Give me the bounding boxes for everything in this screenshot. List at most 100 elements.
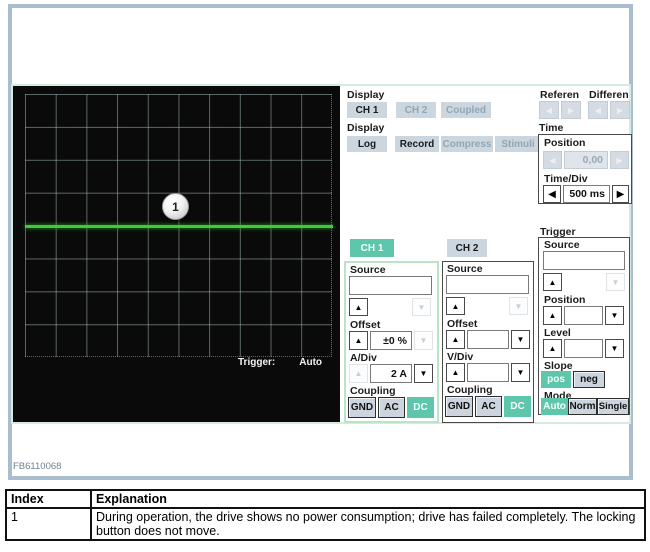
trigger-mode-auto-button[interactable]: Auto — [541, 398, 568, 415]
trigger-source-down-button[interactable]: ▼ — [606, 273, 625, 291]
up-arrow-icon: ▲ — [355, 369, 363, 378]
legend-header-row: Index Explanation — [6, 490, 645, 508]
display-ch1-button[interactable]: CH 1 — [347, 102, 387, 118]
differen-next-button[interactable]: ▶ — [610, 101, 630, 119]
down-arrow-icon: ▼ — [517, 368, 525, 377]
ch2-offset-label: Offset — [447, 318, 477, 330]
right-arrow-icon: ▶ — [568, 106, 574, 115]
trigger-source-field[interactable] — [543, 251, 625, 270]
time-box: Position ◀ 0,00 ▶ Time/Div ◀ 500 ms ▶ — [538, 134, 632, 204]
trigger-level-up-button[interactable]: ▲ — [543, 339, 562, 358]
timediv-increase-button[interactable]: ▶ — [612, 185, 629, 203]
ch1-offset-up-button[interactable]: ▲ — [349, 331, 368, 350]
ch1-source-up-button[interactable]: ▲ — [349, 298, 368, 316]
differen-prev-button[interactable]: ◀ — [588, 101, 608, 119]
ch2-tab[interactable]: CH 2 — [447, 239, 487, 257]
timediv-decrease-button[interactable]: ◀ — [543, 185, 561, 203]
trigger-level-down-button[interactable]: ▼ — [605, 339, 624, 358]
up-arrow-icon: ▲ — [549, 311, 557, 320]
down-arrow-icon: ▼ — [418, 303, 426, 312]
ch1-adiv-label: A/Div — [350, 352, 377, 364]
time-position-label: Position — [544, 137, 585, 149]
ch2-coupling-dc-button[interactable]: DC — [504, 396, 531, 417]
trigger-position-field[interactable] — [564, 306, 603, 325]
ch2-coupling-ac-button[interactable]: AC — [475, 396, 502, 417]
up-arrow-icon: ▲ — [452, 368, 460, 377]
scope-trace-line — [25, 225, 333, 228]
ch2-vdiv-up-button[interactable]: ▲ — [446, 363, 465, 382]
left-arrow-icon: ◀ — [548, 189, 556, 200]
left-arrow-icon: ◀ — [546, 106, 552, 115]
trigger-status-label: Trigger: — [238, 357, 275, 368]
right-arrow-icon: ▶ — [617, 106, 623, 115]
ch2-vdiv-field[interactable] — [467, 363, 509, 382]
time-position-decrease-button[interactable]: ◀ — [543, 151, 562, 169]
down-arrow-icon: ▼ — [612, 278, 620, 287]
up-arrow-icon: ▲ — [355, 336, 363, 345]
down-arrow-icon: ▼ — [611, 344, 619, 353]
referen-label: Referen — [540, 89, 579, 101]
trigger-level-field[interactable] — [564, 339, 603, 358]
trigger-source-up-button[interactable]: ▲ — [543, 273, 562, 291]
ch2-offset-field[interactable] — [467, 330, 509, 349]
ch2-coupling-label: Coupling — [447, 384, 493, 396]
down-arrow-icon: ▼ — [517, 335, 525, 344]
down-arrow-icon: ▼ — [611, 311, 619, 320]
trigger-box: Source ▲ ▼ Position ▲ ▼ Level ▲ ▼ Slope … — [538, 237, 630, 415]
ch2-offset-down-button[interactable]: ▼ — [511, 330, 530, 349]
trigger-slope-neg-button[interactable]: neg — [573, 371, 605, 388]
ch2-vdiv-down-button[interactable]: ▼ — [511, 363, 530, 382]
ch2-panel: Source ▲ ▼ Offset ▲ ▼ V/Div ▲ ▼ Coupling… — [442, 261, 534, 423]
trigger-mode-norm-button[interactable]: Norm — [568, 398, 597, 415]
time-position-increase-button[interactable]: ▶ — [610, 151, 629, 169]
left-arrow-icon: ◀ — [595, 106, 601, 115]
trigger-position-up-button[interactable]: ▲ — [543, 306, 562, 325]
legend-header-index: Index — [6, 490, 91, 508]
timediv-field[interactable]: 500 ms — [563, 185, 610, 203]
ch1-tab[interactable]: CH 1 — [350, 239, 394, 257]
ch1-offset-label: Offset — [350, 319, 380, 331]
right-arrow-icon: ▶ — [617, 189, 625, 200]
display-record-button[interactable]: Record — [395, 136, 439, 152]
ch2-coupling-gnd-button[interactable]: GND — [445, 396, 473, 417]
trigger-mode-single-button[interactable]: Single — [597, 398, 629, 415]
scope-display: 1 Trigger: Auto — [13, 86, 340, 422]
callout-1-badge: 1 — [162, 193, 189, 220]
trigger-slope-pos-button[interactable]: pos — [541, 371, 571, 388]
ch1-adiv-up-button[interactable]: ▲ — [349, 364, 368, 383]
display-stimuli-button[interactable]: Stimuli — [495, 136, 541, 152]
timediv-label: Time/Div — [544, 173, 588, 185]
ch1-adiv-down-button[interactable]: ▼ — [414, 364, 433, 383]
ch2-source-field[interactable] — [446, 275, 529, 294]
display-coupled-button[interactable]: Coupled — [441, 102, 491, 118]
legend-cell-explanation: During operation, the drive shows no pow… — [91, 508, 645, 540]
ch1-offset-down-button[interactable]: ▼ — [414, 331, 433, 350]
ch1-offset-field[interactable]: ±0 % — [370, 331, 412, 350]
display-ch2-button[interactable]: CH 2 — [396, 102, 436, 118]
time-position-field[interactable]: 0,00 — [564, 151, 608, 169]
ch1-coupling-gnd-button[interactable]: GND — [348, 397, 376, 418]
down-arrow-icon: ▼ — [515, 302, 523, 311]
legend-table: Index Explanation 1 During operation, th… — [5, 489, 646, 541]
trigger-position-down-button[interactable]: ▼ — [605, 306, 624, 325]
ch1-source-down-button[interactable]: ▼ — [412, 298, 431, 316]
trigger-position-label: Position — [544, 294, 585, 306]
ch1-coupling-label: Coupling — [350, 385, 396, 397]
ch1-coupling-ac-button[interactable]: AC — [378, 397, 405, 418]
ch2-source-up-button[interactable]: ▲ — [446, 297, 465, 315]
ch1-source-field[interactable] — [349, 276, 432, 295]
legend-cell-index: 1 — [6, 508, 91, 540]
oscilloscope-tool-panel: 1 Trigger: Auto Display CH 1 CH 2 Couple… — [11, 84, 631, 424]
up-arrow-icon: ▲ — [549, 344, 557, 353]
legend-header-explanation: Explanation — [91, 490, 645, 508]
display-channel-section-label: Display — [347, 89, 384, 101]
ch2-source-down-button[interactable]: ▼ — [509, 297, 528, 315]
ch2-offset-up-button[interactable]: ▲ — [446, 330, 465, 349]
referen-next-button[interactable]: ▶ — [561, 101, 581, 119]
ch1-source-label: Source — [350, 264, 386, 276]
referen-prev-button[interactable]: ◀ — [539, 101, 559, 119]
display-log-button[interactable]: Log — [347, 136, 387, 152]
ch1-coupling-dc-button[interactable]: DC — [407, 397, 434, 418]
display-compress-button[interactable]: Compress — [441, 136, 493, 152]
ch1-adiv-field[interactable]: 2 A — [370, 364, 412, 383]
